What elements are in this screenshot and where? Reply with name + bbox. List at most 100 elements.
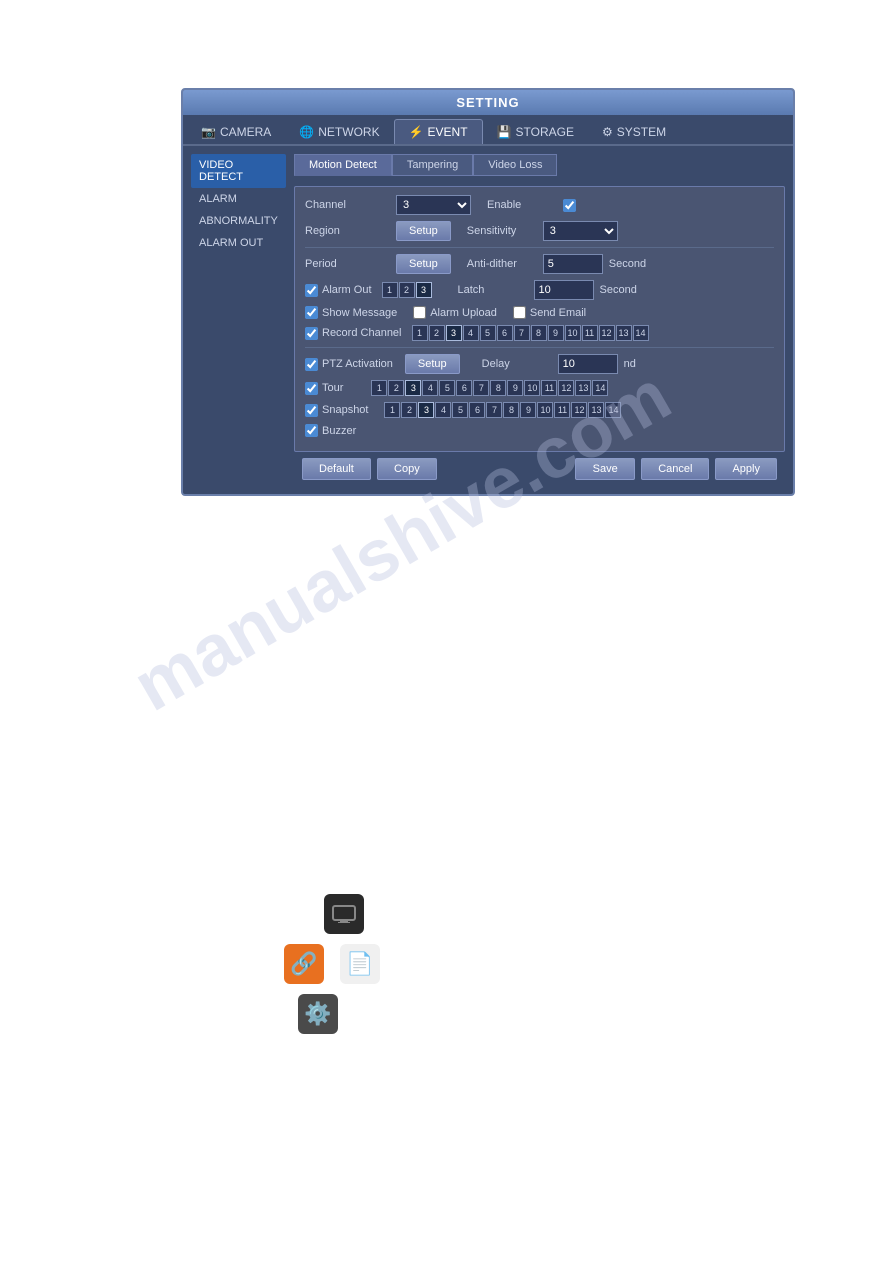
rec-ch-11[interactable]: 11 [582, 325, 598, 341]
rec-ch-1[interactable]: 1 [412, 325, 428, 341]
snap-ch-1[interactable]: 1 [384, 402, 400, 418]
latch-unit: Second [600, 284, 637, 296]
rec-ch-6[interactable]: 6 [497, 325, 513, 341]
enable-checkbox[interactable] [563, 199, 576, 212]
snap-ch-4[interactable]: 4 [435, 402, 451, 418]
snap-ch-11[interactable]: 11 [554, 402, 570, 418]
record-channel-checkbox[interactable] [305, 327, 318, 340]
bottom-buttons: Default Copy Save Cancel Apply [294, 452, 785, 486]
tour-ch-7[interactable]: 7 [473, 380, 489, 396]
snap-ch-2[interactable]: 2 [401, 402, 417, 418]
snap-ch-3[interactable]: 3 [418, 402, 434, 418]
rec-ch-5[interactable]: 5 [480, 325, 496, 341]
link-icon: 🔗 [290, 951, 317, 977]
latch-input[interactable] [534, 280, 594, 300]
period-setup-button[interactable]: Setup [396, 254, 451, 274]
rec-ch-13[interactable]: 13 [616, 325, 632, 341]
snap-ch-9[interactable]: 9 [520, 402, 536, 418]
copy-button[interactable]: Copy [377, 458, 437, 480]
tour-ch-10[interactable]: 10 [524, 380, 540, 396]
rec-ch-4[interactable]: 4 [463, 325, 479, 341]
sub-tabs: Motion Detect Tampering Video Loss [294, 154, 785, 176]
buzzer-checkbox[interactable] [305, 424, 318, 437]
tour-ch-8[interactable]: 8 [490, 380, 506, 396]
rec-ch-12[interactable]: 12 [599, 325, 615, 341]
sidebar-item-alarm[interactable]: ALARM [191, 188, 286, 210]
tour-ch-12[interactable]: 12 [558, 380, 574, 396]
tab-network[interactable]: 🌐 NETWORK [285, 119, 393, 144]
save-button[interactable]: Save [575, 458, 635, 480]
default-button[interactable]: Default [302, 458, 371, 480]
tab-event[interactable]: ⚡ EVENT [394, 119, 483, 144]
tour-ch-5[interactable]: 5 [439, 380, 455, 396]
snap-ch-6[interactable]: 6 [469, 402, 485, 418]
camera-icon: 📷 [201, 125, 216, 139]
send-email-checkbox[interactable] [513, 306, 526, 319]
delay-label: Delay [482, 358, 552, 370]
sensitivity-select[interactable]: 3 [543, 221, 618, 241]
anti-dither-input[interactable] [543, 254, 603, 274]
buzzer-label: Buzzer [305, 424, 356, 437]
gear-icon: ⚙️ [304, 1001, 331, 1027]
apply-button[interactable]: Apply [715, 458, 777, 480]
record-channel-row: Record Channel 1 2 3 4 5 6 7 8 9 10 11 [305, 325, 774, 341]
period-label: Period [305, 258, 390, 270]
snap-ch-10[interactable]: 10 [537, 402, 553, 418]
channel-select[interactable]: 3 [396, 195, 471, 215]
tour-ch-14[interactable]: 14 [592, 380, 608, 396]
link-icon-box: 🔗 [284, 944, 324, 984]
delay-input[interactable] [558, 354, 618, 374]
region-setup-button[interactable]: Setup [396, 221, 451, 241]
subtab-motion-detect[interactable]: Motion Detect [294, 154, 392, 176]
snap-ch-7[interactable]: 7 [486, 402, 502, 418]
enable-label: Enable [487, 199, 557, 211]
tab-camera[interactable]: 📷 CAMERA [187, 119, 285, 144]
tour-ch-9[interactable]: 9 [507, 380, 523, 396]
panel-title: SETTING [456, 95, 519, 110]
ptz-row: PTZ Activation Setup Delay nd [305, 354, 774, 374]
cancel-button[interactable]: Cancel [641, 458, 709, 480]
tour-ch-11[interactable]: 11 [541, 380, 557, 396]
sidebar-item-abnormality[interactable]: ABNORMALITY [191, 210, 286, 232]
snap-ch-14[interactable]: 14 [605, 402, 621, 418]
rec-ch-9[interactable]: 9 [548, 325, 564, 341]
alarm-out-checkbox[interactable] [305, 284, 318, 297]
rec-ch-2[interactable]: 2 [429, 325, 445, 341]
tab-system[interactable]: ⚙ SYSTEM [588, 119, 680, 144]
alarm-ch-1[interactable]: 1 [382, 282, 398, 298]
snapshot-channel-nums: 1 2 3 4 5 6 7 8 9 10 11 12 13 14 [384, 402, 621, 418]
channel-row: Channel 3 Enable [305, 195, 774, 215]
rec-ch-14[interactable]: 14 [633, 325, 649, 341]
tour-ch-2[interactable]: 2 [388, 380, 404, 396]
show-message-checkbox[interactable] [305, 306, 318, 319]
tour-checkbox[interactable] [305, 382, 318, 395]
record-channel-nums: 1 2 3 4 5 6 7 8 9 10 11 12 13 14 [412, 325, 649, 341]
snap-ch-8[interactable]: 8 [503, 402, 519, 418]
alarm-ch-3[interactable]: 3 [416, 282, 432, 298]
rec-ch-7[interactable]: 7 [514, 325, 530, 341]
tour-ch-4[interactable]: 4 [422, 380, 438, 396]
tour-ch-6[interactable]: 6 [456, 380, 472, 396]
ptz-activation-checkbox[interactable] [305, 358, 318, 371]
content-area: VIDEO DETECT ALARM ABNORMALITY ALARM OUT… [183, 146, 793, 494]
snap-ch-13[interactable]: 13 [588, 402, 604, 418]
rec-ch-10[interactable]: 10 [565, 325, 581, 341]
ptz-setup-button[interactable]: Setup [405, 354, 460, 374]
sidebar-item-alarm-out[interactable]: ALARM OUT [191, 232, 286, 254]
region-row: Region Setup Sensitivity 3 [305, 221, 774, 241]
subtab-video-loss[interactable]: Video Loss [473, 154, 557, 176]
subtab-tampering[interactable]: Tampering [392, 154, 473, 176]
snap-ch-5[interactable]: 5 [452, 402, 468, 418]
rec-ch-8[interactable]: 8 [531, 325, 547, 341]
tour-ch-3[interactable]: 3 [405, 380, 421, 396]
sidebar-item-video-detect[interactable]: VIDEO DETECT [191, 154, 286, 188]
tour-ch-1[interactable]: 1 [371, 380, 387, 396]
rec-ch-3[interactable]: 3 [446, 325, 462, 341]
tour-ch-13[interactable]: 13 [575, 380, 591, 396]
alarm-out-channels: 1 2 3 [382, 282, 432, 298]
tab-storage[interactable]: 💾 STORAGE [483, 119, 588, 144]
snapshot-checkbox[interactable] [305, 404, 318, 417]
alarm-ch-2[interactable]: 2 [399, 282, 415, 298]
alarm-upload-checkbox[interactable] [413, 306, 426, 319]
snap-ch-12[interactable]: 12 [571, 402, 587, 418]
